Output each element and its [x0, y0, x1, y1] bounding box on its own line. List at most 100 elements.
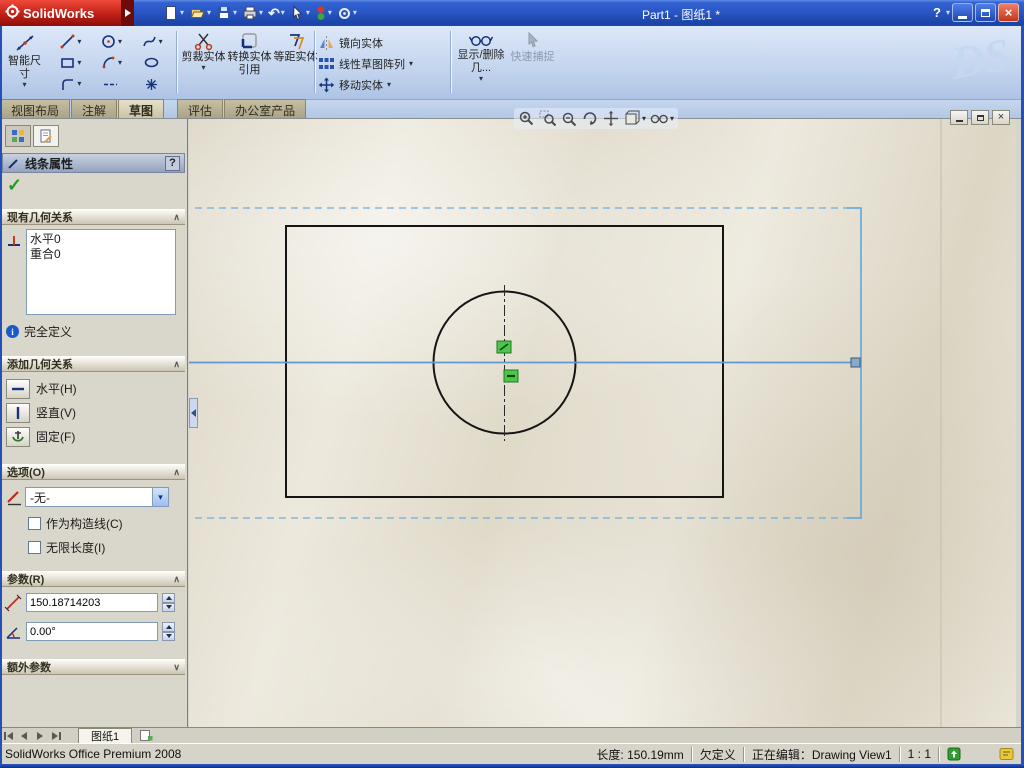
fillet-tool-button[interactable]: ▾ — [50, 74, 91, 95]
rotate-view-button[interactable] — [581, 110, 599, 127]
sheet-tab-active[interactable]: 图纸1 — [78, 728, 132, 743]
construction-line-checkbox[interactable] — [28, 517, 41, 530]
dropdown-icon[interactable]: ▾ — [281, 9, 285, 17]
point-tool-button[interactable] — [131, 74, 172, 95]
existing-relations-header[interactable]: 现有几何关系 ∧ — [2, 209, 185, 225]
horizontal-relation-marker[interactable] — [504, 370, 518, 382]
add-sheet-button[interactable] — [136, 728, 156, 743]
parameters-header[interactable]: 参数(R) ∧ — [2, 571, 185, 587]
zoom-area-button[interactable] — [539, 110, 557, 127]
horizontal-relation-button[interactable]: 水平(H) — [6, 378, 77, 399]
chevron-up-icon[interactable]: ∧ — [173, 467, 180, 478]
display-delete-relations-button[interactable]: 显示/删除几... ▾ — [456, 31, 506, 95]
dropdown-icon[interactable]: ▾ — [159, 38, 163, 46]
fix-relation-button[interactable]: 固定(F) — [6, 426, 75, 447]
smart-dimension-button[interactable]: 智能尺寸 ▾ — [3, 31, 46, 95]
coincident-relation-marker[interactable] — [497, 341, 511, 353]
dropdown-icon[interactable]: ▾ — [207, 9, 211, 17]
options-header[interactable]: 选项(O) ∧ — [2, 464, 185, 480]
drawing-canvas[interactable] — [189, 119, 1016, 727]
doc-minimize-button[interactable] — [950, 110, 968, 125]
accept-button[interactable]: ✓ — [7, 176, 22, 194]
infinite-length-checkbox[interactable] — [28, 541, 41, 554]
open-file-button[interactable]: ▾ — [188, 3, 212, 23]
vertical-relation-button[interactable]: 竖直(V) — [6, 402, 76, 423]
ellipse-tool-button[interactable] — [131, 52, 172, 73]
previous-sheet-button[interactable] — [16, 729, 32, 743]
dropdown-icon[interactable]: ▾ — [353, 9, 357, 17]
spline-tool-button[interactable]: ▾ — [131, 31, 172, 52]
close-button[interactable]: × — [998, 3, 1019, 22]
length-spinner[interactable] — [162, 593, 175, 612]
save-button[interactable]: ▾ — [215, 3, 238, 23]
next-sheet-button[interactable] — [32, 729, 48, 743]
options-button[interactable]: ▾ — [336, 3, 358, 23]
first-sheet-button[interactable] — [0, 729, 16, 743]
dropdown-icon[interactable]: ▾ — [670, 115, 674, 123]
length-input[interactable] — [26, 593, 158, 612]
spin-down-icon[interactable] — [162, 603, 175, 613]
last-sheet-button[interactable] — [48, 729, 64, 743]
logo-expand-button[interactable] — [121, 0, 134, 26]
zoom-fit-button[interactable] — [518, 110, 536, 127]
restore-button[interactable] — [975, 3, 996, 22]
rectangle-tool-button[interactable]: ▾ — [50, 52, 91, 73]
doc-close-button[interactable]: × — [992, 110, 1010, 125]
quick-snap-button[interactable]: 快速捕捉 — [510, 31, 555, 95]
angle-spinner[interactable] — [162, 622, 175, 641]
tab-evaluate[interactable]: 评估 — [177, 99, 223, 118]
help-button[interactable]: ? — [931, 5, 943, 20]
dropdown-icon[interactable]: ▾ — [22, 81, 26, 89]
sketch-status-icon[interactable] — [947, 747, 961, 761]
quick-tips-icon[interactable] — [999, 747, 1014, 761]
combo-arrow-button[interactable]: ▾ — [152, 488, 168, 506]
angle-input[interactable] — [26, 622, 158, 641]
dropdown-icon[interactable]: ▾ — [233, 9, 237, 17]
property-manager-tab[interactable] — [33, 125, 59, 147]
dropdown-icon[interactable]: ▾ — [328, 9, 332, 17]
dropdown-icon[interactable]: ▾ — [77, 59, 81, 67]
relation-item[interactable]: 重合0 — [30, 247, 172, 262]
infinite-length-row[interactable]: 无限长度(I) — [28, 539, 105, 555]
mirror-entities-button[interactable]: 镜向实体 — [318, 32, 383, 53]
dropdown-icon[interactable]: ▾ — [259, 9, 263, 17]
minimize-button[interactable] — [952, 3, 973, 22]
pan-button[interactable] — [602, 110, 620, 127]
relation-item[interactable]: 水平0 — [30, 232, 172, 247]
undo-button[interactable]: ↶▾ — [267, 3, 286, 23]
hide-show-items-button[interactable]: ▾ — [649, 111, 674, 126]
dropdown-icon[interactable]: ▾ — [77, 38, 81, 46]
centerline-tool-button[interactable] — [91, 74, 132, 95]
help-dropdown-icon[interactable]: ▾ — [946, 9, 950, 17]
circle-tool-button[interactable]: ▾ — [91, 31, 132, 52]
select-tool-button[interactable]: ▾ — [289, 3, 311, 23]
offset-entities-button[interactable]: 等距实体 — [273, 31, 318, 95]
feature-manager-tab[interactable] — [5, 125, 31, 147]
dropdown-icon[interactable]: ▾ — [118, 38, 122, 46]
line-endpoint-handle[interactable] — [851, 358, 860, 367]
dropdown-icon[interactable]: ▾ — [201, 64, 205, 72]
chevron-down-icon[interactable]: ∨ — [173, 662, 180, 673]
arc-tool-button[interactable]: ▾ — [91, 52, 132, 73]
new-file-button[interactable]: ▾ — [162, 3, 185, 23]
spin-down-icon[interactable] — [162, 632, 175, 642]
tab-annotation[interactable]: 注解 — [71, 99, 117, 118]
existing-relations-list[interactable]: 水平0 重合0 — [26, 229, 176, 315]
dropdown-icon[interactable]: ▾ — [479, 75, 483, 83]
construction-line-row[interactable]: 作为构造线(C) — [28, 515, 123, 531]
convert-entities-button[interactable]: 转换实体引用 — [227, 31, 272, 95]
panel-collapse-handle[interactable] — [189, 398, 198, 428]
extra-parameters-header[interactable]: 额外参数 ∨ — [2, 659, 185, 675]
pm-help-button[interactable]: ? — [165, 156, 180, 171]
line-tool-button[interactable]: ▾ — [50, 31, 91, 52]
display-style-button[interactable]: ▾ — [623, 110, 646, 127]
dropdown-icon[interactable]: ▾ — [306, 9, 310, 17]
line-style-combobox[interactable]: -无- ▾ — [25, 487, 169, 507]
dropdown-icon[interactable]: ▾ — [387, 81, 391, 89]
add-relations-header[interactable]: 添加几何关系 ∧ — [2, 356, 185, 372]
move-entities-button[interactable]: 移动实体 ▾ — [318, 74, 391, 95]
rebuild-button[interactable]: ▾ — [314, 3, 333, 23]
spin-up-icon[interactable] — [162, 593, 175, 603]
spin-up-icon[interactable] — [162, 622, 175, 632]
dropdown-icon[interactable]: ▾ — [77, 80, 81, 88]
